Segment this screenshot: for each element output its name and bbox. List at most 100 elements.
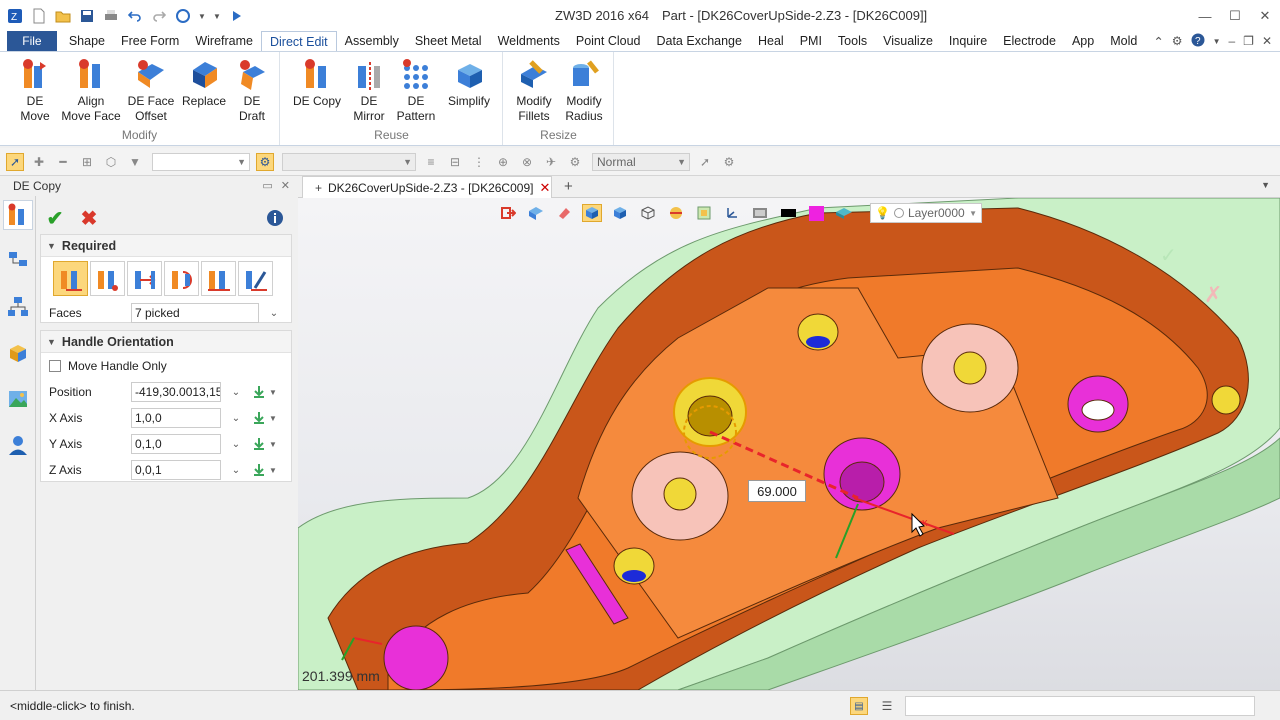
- z-axis-pick-dropdown-icon[interactable]: ▼: [269, 466, 277, 475]
- position-pick-dropdown-icon[interactable]: ▼: [269, 388, 277, 397]
- de-face-offset-button[interactable]: DE Face Offset: [126, 58, 176, 124]
- status-input-box[interactable]: [905, 696, 1255, 716]
- zoom-fit-icon[interactable]: [694, 204, 714, 222]
- remove-pick-icon[interactable]: ━: [54, 153, 72, 171]
- new-file-icon[interactable]: [30, 7, 48, 25]
- panel-pin-icon[interactable]: ▭: [262, 179, 272, 192]
- app-logo-icon[interactable]: Z: [6, 7, 24, 25]
- add-pick-icon[interactable]: ✚: [30, 153, 48, 171]
- simplify-button[interactable]: Simplify: [441, 58, 497, 109]
- pick-mode-icon[interactable]: ⬡: [102, 153, 120, 171]
- method-copy-move-button[interactable]: [53, 261, 88, 296]
- entity-combo[interactable]: ▼: [282, 152, 416, 171]
- menu-pmi[interactable]: PMI: [792, 31, 830, 51]
- menu-data-exchange[interactable]: Data Exchange: [648, 31, 749, 51]
- y-axis-field[interactable]: 0,1,0: [131, 434, 221, 454]
- z-axis-field[interactable]: 0,0,1: [131, 460, 221, 480]
- pin-icon[interactable]: ✈: [542, 153, 560, 171]
- de-mirror-button[interactable]: DE Mirror: [347, 58, 391, 124]
- shaded-view-icon[interactable]: [582, 204, 602, 222]
- layer-selector[interactable]: 💡 Layer0000 ▼: [870, 203, 982, 223]
- strip-assembly-manager[interactable]: [3, 292, 33, 322]
- x-axis-pick-icon[interactable]: [251, 410, 267, 426]
- redo-icon[interactable]: [150, 7, 168, 25]
- x-axis-field[interactable]: 1,0,0: [131, 408, 221, 428]
- panel-close-icon[interactable]: ✕: [281, 179, 290, 192]
- ok-button[interactable]: ✔: [42, 206, 68, 230]
- position-field[interactable]: -419,30.0013,15: [131, 382, 221, 402]
- part-model[interactable]: x ✓ ✗: [298, 198, 1280, 690]
- menu-direct-edit[interactable]: Direct Edit: [261, 31, 337, 51]
- document-tab[interactable]: + DK26CoverUpSide-2.Z3 - [DK26C009] ✕: [302, 176, 552, 198]
- pick-through-icon[interactable]: ➚: [696, 153, 714, 171]
- color-black-swatch[interactable]: [778, 204, 798, 222]
- qat-dropdown-icon[interactable]: ▼: [198, 7, 206, 25]
- settings-gear-icon[interactable]: ⚙: [1172, 34, 1183, 48]
- menu-sheet-metal[interactable]: Sheet Metal: [407, 31, 490, 51]
- axes-icon[interactable]: [722, 204, 742, 222]
- menu-electrode[interactable]: Electrode: [995, 31, 1064, 51]
- x-axis-pick-dropdown-icon[interactable]: ▼: [269, 414, 277, 423]
- doc-minimize-button[interactable]: –: [1228, 34, 1235, 48]
- help-icon[interactable]: ?: [1191, 33, 1205, 50]
- menu-mold[interactable]: Mold: [1102, 31, 1145, 51]
- open-folder-icon[interactable]: [54, 7, 72, 25]
- handle-orientation-header[interactable]: ▼ Handle Orientation: [41, 331, 291, 353]
- strip-history-manager[interactable]: [3, 246, 33, 276]
- de-copy-button[interactable]: DE Copy: [291, 58, 343, 109]
- position-pick-icon[interactable]: [251, 384, 267, 400]
- save-icon[interactable]: [78, 7, 96, 25]
- y-axis-pick-icon[interactable]: [251, 436, 267, 452]
- snap-point-icon[interactable]: ⋮: [470, 153, 488, 171]
- method-to-coordinate-button[interactable]: [238, 261, 273, 296]
- exit-view-icon[interactable]: [498, 204, 518, 222]
- modify-fillets-button[interactable]: Modify Fillets: [510, 58, 558, 124]
- dimension-value-input[interactable]: 69.000: [748, 480, 806, 502]
- menu-wireframe[interactable]: Wireframe: [187, 31, 261, 51]
- required-header[interactable]: ▼ Required: [41, 235, 291, 257]
- x-axis-expand-icon[interactable]: ⌄: [229, 413, 243, 424]
- menu-inquire[interactable]: Inquire: [941, 31, 995, 51]
- align-move-face-button[interactable]: Align Move Face: [60, 58, 122, 124]
- help-dropdown-icon[interactable]: ▼: [1213, 37, 1221, 46]
- status-toggle-2-icon[interactable]: ☰: [878, 697, 896, 715]
- strip-user-manager[interactable]: [3, 430, 33, 460]
- move-handle-only-checkbox[interactable]: [49, 360, 61, 372]
- close-button[interactable]: ✕: [1250, 0, 1280, 32]
- snap-end-icon[interactable]: ⊗: [518, 153, 536, 171]
- collapse-ribbon-icon[interactable]: ⌃: [1145, 31, 1171, 51]
- tab-list-dropdown-icon[interactable]: ▼: [1261, 180, 1270, 190]
- new-tab-icon[interactable]: +: [564, 178, 573, 195]
- strip-feature-manager[interactable]: [3, 200, 33, 230]
- de-move-button[interactable]: DE Move: [12, 58, 58, 124]
- de-pattern-button[interactable]: DE Pattern: [393, 58, 439, 124]
- filter-combo[interactable]: ▼: [152, 152, 250, 171]
- y-axis-expand-icon[interactable]: ⌄: [229, 439, 243, 450]
- document-tab-close-icon[interactable]: ✕: [539, 180, 550, 196]
- method-along-direction-button[interactable]: [127, 261, 162, 296]
- graphics-viewport[interactable]: x ✓ ✗ 💡 Layer0000 ▼ 69.000 201.399 mm: [298, 198, 1280, 690]
- maximize-button[interactable]: ☐: [1220, 0, 1250, 32]
- run-icon[interactable]: [228, 7, 246, 25]
- menu-tools[interactable]: Tools: [830, 31, 875, 51]
- section-view-icon[interactable]: [666, 204, 686, 222]
- doc-restore-button[interactable]: ❐: [1243, 34, 1254, 48]
- qat-customize-icon[interactable]: ▼: [212, 7, 222, 25]
- filter-options-icon[interactable]: ⚙: [256, 152, 274, 171]
- snap-grid-icon[interactable]: ≡: [422, 153, 440, 171]
- pick-settings-icon[interactable]: ⚙: [720, 153, 738, 171]
- doc-close-button[interactable]: ✕: [1262, 34, 1272, 48]
- strip-visual-manager[interactable]: [3, 384, 33, 414]
- undo-icon[interactable]: [126, 7, 144, 25]
- menu-app[interactable]: App: [1064, 31, 1102, 51]
- style-gear-icon[interactable]: ⚙: [566, 153, 584, 171]
- menu-file[interactable]: File: [7, 31, 57, 51]
- z-axis-pick-icon[interactable]: [251, 462, 267, 478]
- display-settings-icon[interactable]: [750, 204, 770, 222]
- color-magenta-swatch[interactable]: [806, 204, 826, 222]
- filter-funnel-icon[interactable]: ▼: [126, 153, 144, 171]
- face-color-icon[interactable]: [834, 204, 854, 222]
- position-expand-icon[interactable]: ⌄: [229, 387, 243, 398]
- status-toggle-1-icon[interactable]: ▤: [850, 697, 868, 715]
- replace-button[interactable]: Replace: [180, 58, 228, 109]
